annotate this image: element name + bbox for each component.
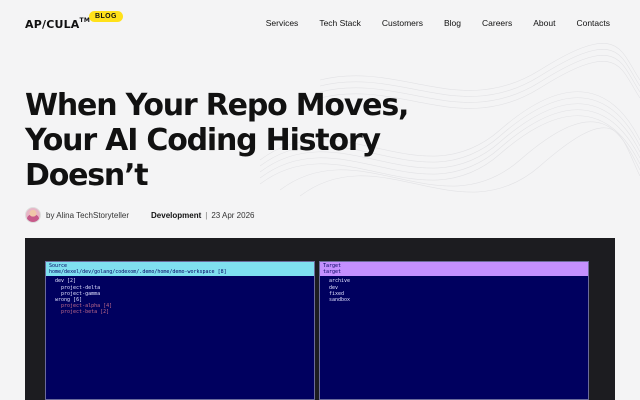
meta-separator: | [205, 210, 208, 220]
nav-about[interactable]: About [533, 18, 555, 28]
target-pane: Target target archive dev fixed sandbox [319, 261, 589, 400]
article-meta: by Alina TechStoryteller Development | 2… [25, 207, 254, 223]
title-line: When Your Repo Moves, [25, 88, 409, 123]
hero-terminal-image: Source home/dexel/dev/golang/codexom/.de… [25, 238, 615, 400]
nav-blog[interactable]: Blog [444, 18, 461, 28]
site-logo[interactable]: AP/CULATM [25, 17, 90, 31]
source-pane: Source home/dexel/dev/golang/codexom/.de… [45, 261, 315, 400]
category-link[interactable]: Development [151, 211, 201, 220]
nav-contacts[interactable]: Contacts [576, 18, 610, 28]
publish-date: 23 Apr 2026 [211, 210, 255, 220]
nav-tech-stack[interactable]: Tech Stack [319, 18, 361, 28]
target-tree: archive dev fixed sandbox [320, 276, 588, 305]
blog-badge: BLOG [89, 11, 123, 22]
title-line: Your AI Coding History [25, 123, 381, 158]
main-nav: Services Tech Stack Customers Blog Caree… [266, 18, 610, 28]
author-name[interactable]: by Alina TechStoryteller [46, 211, 129, 220]
title-line: Doesn’t [25, 158, 149, 193]
nav-customers[interactable]: Customers [382, 18, 423, 28]
source-tree: dev [2] project-delta project-gamma wron… [46, 276, 314, 317]
author-avatar [25, 207, 41, 223]
target-pane-header: Target target [320, 262, 588, 277]
site-header: AP/CULATM BLOG Services Tech Stack Custo… [0, 0, 640, 48]
nav-services[interactable]: Services [266, 18, 299, 28]
nav-careers[interactable]: Careers [482, 18, 512, 28]
tree-item: project-beta [2] [61, 309, 110, 316]
article-title: When Your Repo Moves, Your AI Coding His… [25, 88, 445, 193]
source-pane-header: Source home/dexel/dev/golang/codexom/.de… [46, 262, 314, 277]
tree-item: sandbox [329, 297, 351, 304]
